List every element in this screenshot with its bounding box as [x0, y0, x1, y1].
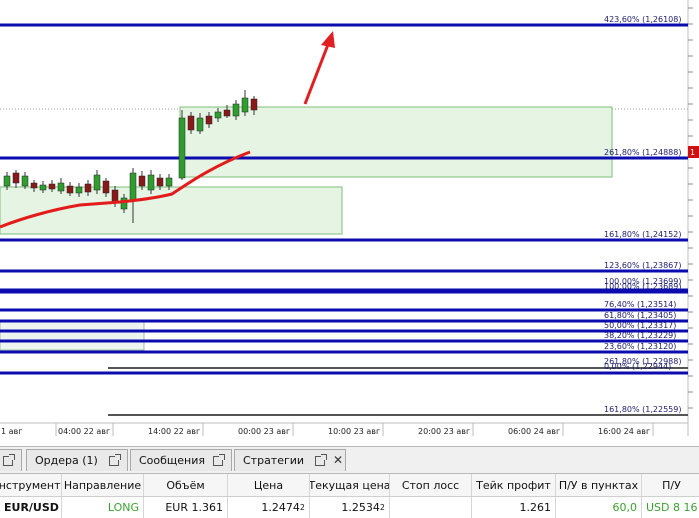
candle-up: [147, 174, 155, 191]
time-axis-label: 14:00 22 авг: [148, 427, 200, 436]
col-instrument[interactable]: Инструмент: [0, 474, 62, 496]
cell-current-price: 1.2534 2: [310, 497, 390, 518]
candle-down: [138, 175, 146, 187]
zone-box-upper: [179, 106, 613, 178]
candle-up: [75, 186, 83, 194]
candle-up: [232, 103, 240, 117]
candle-up: [3, 175, 11, 187]
candle-down: [102, 180, 110, 194]
col-volume[interactable]: Объём: [144, 474, 228, 496]
popout-icon[interactable]: [3, 454, 15, 466]
current-small: 2: [379, 503, 385, 512]
time-axis-label: 16:00 24 авг: [598, 427, 650, 436]
candle-down: [223, 109, 231, 117]
candle-up: [120, 197, 128, 210]
table-header: Инструмент Направление Объём Цена Текуща…: [0, 474, 699, 497]
popout-icon[interactable]: [315, 454, 327, 466]
fib-level-label: 423,60% (1,26108): [604, 15, 681, 24]
candle-down: [84, 183, 92, 193]
col-take-profit[interactable]: Тейк профит: [472, 474, 556, 496]
fib-level-label: 50,00% (1,23317): [604, 321, 676, 330]
cell-pips: 60,0: [556, 497, 642, 518]
fib-level-label: 38,20% (1,23229): [604, 331, 676, 340]
price-chart[interactable]: 423,60% (1,26108) 261,80% (1,24888) 161,80…: [0, 0, 699, 436]
tab-messages-label: Сообщения: [139, 454, 206, 467]
col-pips[interactable]: П/У в пунктах: [556, 474, 642, 496]
col-price[interactable]: Цена: [228, 474, 310, 496]
time-axis-label: 00:00 23 авг: [238, 427, 290, 436]
time-axis-label: 10:00 23 авг: [328, 427, 380, 436]
fib-level-label: 61,80% (1,23405): [604, 311, 676, 320]
price-main: 1.2474: [261, 501, 300, 514]
fib-level-label: 76,40% (1,23514): [604, 300, 676, 309]
cell-take-profit: 1.261: [472, 497, 556, 518]
candle-up: [178, 117, 186, 179]
candle-up: [21, 175, 29, 187]
cell-pnl: USD 8 16: [646, 501, 698, 514]
tab-positions[interactable]: [0, 449, 22, 471]
candle-up: [129, 172, 137, 201]
fib-level-label: 161,80% (1,24152): [604, 230, 681, 239]
candle-down: [48, 183, 56, 190]
candle-down: [250, 98, 258, 111]
time-axis-label: 04:00 22 авг: [58, 427, 110, 436]
tab-messages[interactable]: Сообщения: [130, 449, 232, 471]
candle-down: [156, 177, 164, 187]
price-small: 2: [299, 503, 305, 512]
fib-level-label: 0,00% (1,22944): [604, 362, 671, 371]
candle-up: [241, 97, 249, 113]
zone-box-left: [0, 321, 145, 351]
col-direction[interactable]: Направление: [62, 474, 144, 496]
tab-orders-label: Ордера (1): [35, 454, 98, 467]
candle-down: [30, 182, 38, 189]
positions-table: Инструмент Направление Объём Цена Текуща…: [0, 474, 699, 518]
candle-up: [39, 184, 47, 191]
svg-text:1: 1: [690, 148, 695, 157]
col-pnl[interactable]: П/У: [642, 474, 699, 496]
fib-level-label: 161,80% (1,22559): [604, 405, 681, 414]
tab-strategies[interactable]: Стратегии ✕: [234, 449, 346, 471]
candle-down: [12, 172, 20, 184]
cell-direction: LONG: [62, 497, 144, 518]
tab-orders[interactable]: Ордера (1): [26, 449, 128, 471]
candle-down: [187, 115, 195, 131]
candle-up: [196, 117, 204, 132]
bottom-tab-bar: Ордера (1) Сообщения Стратегии ✕: [0, 446, 699, 474]
cell-stop-loss: [390, 497, 472, 518]
candle-up: [57, 182, 65, 192]
popout-icon[interactable]: [109, 454, 121, 466]
time-axis-label: 1 авг: [1, 427, 22, 436]
col-current-price[interactable]: Текущая цена: [310, 474, 390, 496]
tab-strategies-label: Стратегии: [243, 454, 305, 467]
cell-price: 1.2474 2: [228, 497, 310, 518]
fib-level-label: 261,80% (1,24888): [604, 148, 681, 157]
close-icon[interactable]: ✕: [333, 453, 343, 467]
fib-level-label: 100,00% (1,23689): [604, 282, 681, 291]
popout-icon[interactable]: [213, 454, 225, 466]
candle-up: [214, 111, 222, 119]
candle-down: [205, 115, 213, 125]
time-axis-label: 06:00 24 авг: [508, 427, 560, 436]
arrow-up-icon: [303, 31, 335, 105]
time-axis-label: 20:00 23 авг: [418, 427, 470, 436]
candle-down: [66, 185, 74, 194]
cell-instrument: EUR/USD: [0, 497, 62, 518]
table-row[interactable]: EUR/USD LONG EUR 1.361 1.2474 2 1.2534 2 1…: [0, 497, 699, 518]
candle-up: [93, 174, 101, 191]
fib-level-label: 123,60% (1,23867): [604, 261, 681, 270]
col-stop-loss[interactable]: Стоп лосс: [390, 474, 472, 496]
fib-level-label: 23,60% (1,23120): [604, 342, 676, 351]
candle-up: [165, 177, 173, 187]
cell-volume: EUR 1.361: [144, 497, 228, 518]
current-price-tag: 1: [688, 146, 699, 158]
current-main: 1.2534: [341, 501, 380, 514]
